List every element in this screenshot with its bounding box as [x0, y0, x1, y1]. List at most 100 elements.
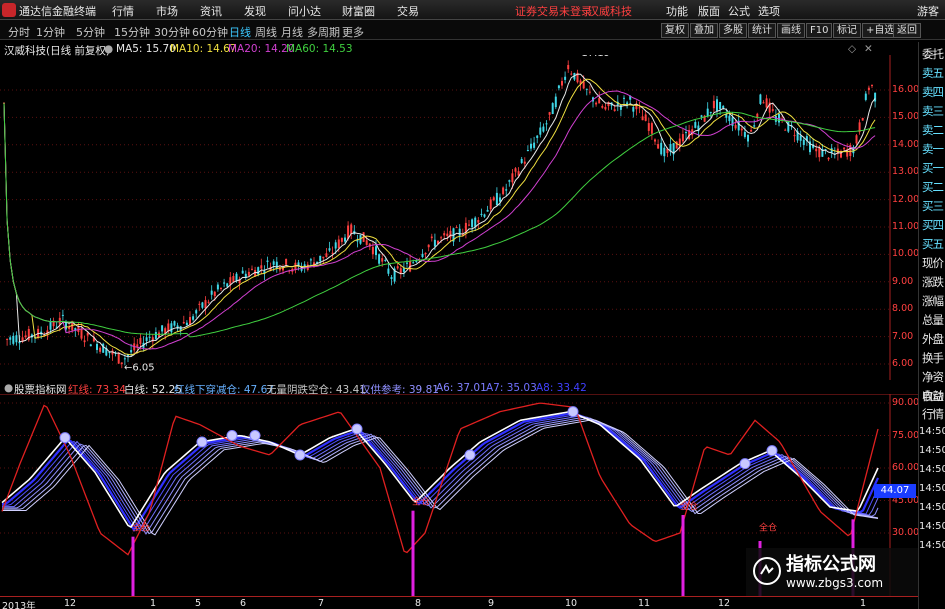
watermark-logo-icon — [753, 557, 781, 585]
candle-body — [511, 173, 514, 183]
period-15min[interactable]: 15分钟 — [114, 24, 150, 40]
sidebar-time: 14:50 — [919, 483, 945, 494]
candle-body — [96, 343, 98, 350]
ma20-line — [3, 90, 876, 350]
app-logo-icon — [2, 3, 16, 17]
quote-sidebar: 委托 卖五 卖四 卖三 卖二 卖一 买一 买二 买三 买四 买五 现价 涨跌 涨幅 总量 外盘 换手 净资 收益 自动… — [918, 42, 945, 609]
indicator-axis-label: 75.00 — [892, 429, 920, 441]
period-60min[interactable]: 60分钟 — [192, 24, 228, 40]
period-30min[interactable]: 30分钟 — [154, 24, 190, 40]
peak-dot — [226, 430, 238, 441]
multi-stock-button[interactable]: 多股 — [719, 23, 747, 38]
peak-dot — [249, 430, 261, 441]
price-chart[interactable]: ←17.19 ←6.05 — [0, 55, 918, 380]
period-daily[interactable]: 日线 — [229, 24, 251, 40]
peak-dot — [351, 423, 363, 435]
period-monthly[interactable]: 月线 — [281, 24, 303, 40]
close-icon[interactable]: ✕ — [864, 43, 873, 55]
peak-dot — [567, 406, 579, 418]
watermark-title: 指标公式网 — [786, 554, 876, 575]
period-5min[interactable]: 5分钟 — [76, 24, 105, 40]
guest-label[interactable]: 游客 — [917, 3, 939, 19]
candle-body — [161, 325, 164, 332]
candle-body — [12, 335, 15, 344]
sidebar-time: 14:50 — [919, 540, 945, 551]
signal-label: 全仓 — [680, 500, 698, 512]
candle-body — [815, 148, 818, 152]
peak-dot — [59, 432, 71, 444]
toolbar-function[interactable]: 功能 — [666, 3, 688, 19]
login-status[interactable]: 证券交易未登录 — [515, 3, 592, 19]
period-intraday[interactable]: 分时 — [8, 24, 30, 40]
period-more[interactable]: 更多 — [342, 24, 364, 40]
sidebar-lower-item: 行情 — [922, 407, 944, 421]
signal-label: 全仓 — [132, 522, 150, 534]
candle-body — [334, 242, 337, 249]
mark-button[interactable]: 标记 — [833, 23, 861, 38]
menu-item-news[interactable]: 资讯 — [200, 3, 222, 19]
candle-body — [725, 114, 728, 118]
menu-item-trade[interactable]: 交易 — [397, 3, 419, 19]
candle-body — [644, 114, 647, 121]
period-multi[interactable]: 多周期 — [307, 24, 340, 40]
menu-item-xiaoda[interactable]: 问小达 — [288, 3, 321, 19]
candle-body — [843, 147, 846, 150]
ma10-line — [3, 78, 876, 356]
menu-item-quotes[interactable]: 行情 — [112, 3, 134, 19]
adjust-button[interactable]: 复权 — [661, 23, 689, 38]
period-bar: 分时 1分钟 5分钟 15分钟 30分钟 60分钟 日线 周线 月线 多周期 更… — [0, 20, 945, 40]
back-button[interactable]: 返回 — [893, 23, 921, 38]
sidebar-item: 净资 — [922, 370, 944, 384]
candle-body — [99, 347, 102, 352]
stock-tab[interactable]: 汉威科技 — [588, 3, 632, 19]
price-axis-label: 12.00 — [892, 193, 920, 205]
candle-body — [505, 189, 508, 191]
candle-body — [728, 115, 731, 122]
candle-body — [375, 246, 377, 256]
draw-button[interactable]: 画线 — [777, 23, 805, 38]
candle-body — [771, 109, 774, 111]
sidebar-item: 涨跌 — [922, 275, 944, 289]
sidebar-item: 现价 — [922, 256, 944, 270]
candle-body — [489, 199, 492, 210]
candle-body — [148, 336, 151, 338]
candle-body — [337, 239, 340, 249]
settings-icon[interactable]: ● — [104, 43, 113, 55]
candle-body — [117, 352, 120, 364]
candle-body — [641, 116, 644, 121]
candle-body — [232, 276, 235, 282]
period-weekly[interactable]: 周线 — [255, 24, 277, 40]
candle-body — [251, 268, 253, 270]
candle-body — [285, 258, 288, 265]
f10-button[interactable]: F10 — [806, 23, 833, 38]
candle-body — [685, 132, 687, 134]
candle-body — [381, 258, 384, 262]
price-axis-label: 14.00 — [892, 138, 920, 150]
toolbar-formula[interactable]: 公式 — [728, 3, 750, 19]
stats-button[interactable]: 统计 — [748, 23, 776, 38]
candle-body — [784, 129, 787, 131]
candle-body — [440, 237, 443, 239]
diamond-icon[interactable]: ◇ — [848, 43, 856, 55]
candle-body — [458, 228, 461, 236]
period-1min[interactable]: 1分钟 — [36, 24, 65, 40]
candle-body — [508, 180, 511, 182]
candle-body — [421, 253, 424, 258]
candle-body — [709, 111, 712, 114]
price-axis-label: 9.00 — [892, 275, 914, 287]
candle-body — [551, 103, 554, 115]
toolbar-options[interactable]: 选项 — [758, 3, 780, 19]
date-label: 12 — [718, 598, 731, 609]
candle-body — [694, 122, 697, 128]
candle-body — [520, 158, 523, 163]
menu-item-wealth[interactable]: 财富圈 — [342, 3, 375, 19]
toolbar-layout[interactable]: 版面 — [698, 3, 720, 19]
indicator-settings-icon[interactable]: ● — [4, 382, 13, 394]
candle-body — [604, 106, 607, 110]
app-title: 通达信金融终端 — [19, 5, 96, 18]
menu-item-market[interactable]: 市场 — [156, 3, 178, 19]
low-price-label: ←6.05 — [124, 363, 155, 374]
candle-body — [526, 150, 529, 152]
overlay-button[interactable]: 叠加 — [690, 23, 718, 38]
menu-item-discover[interactable]: 发现 — [244, 3, 266, 19]
